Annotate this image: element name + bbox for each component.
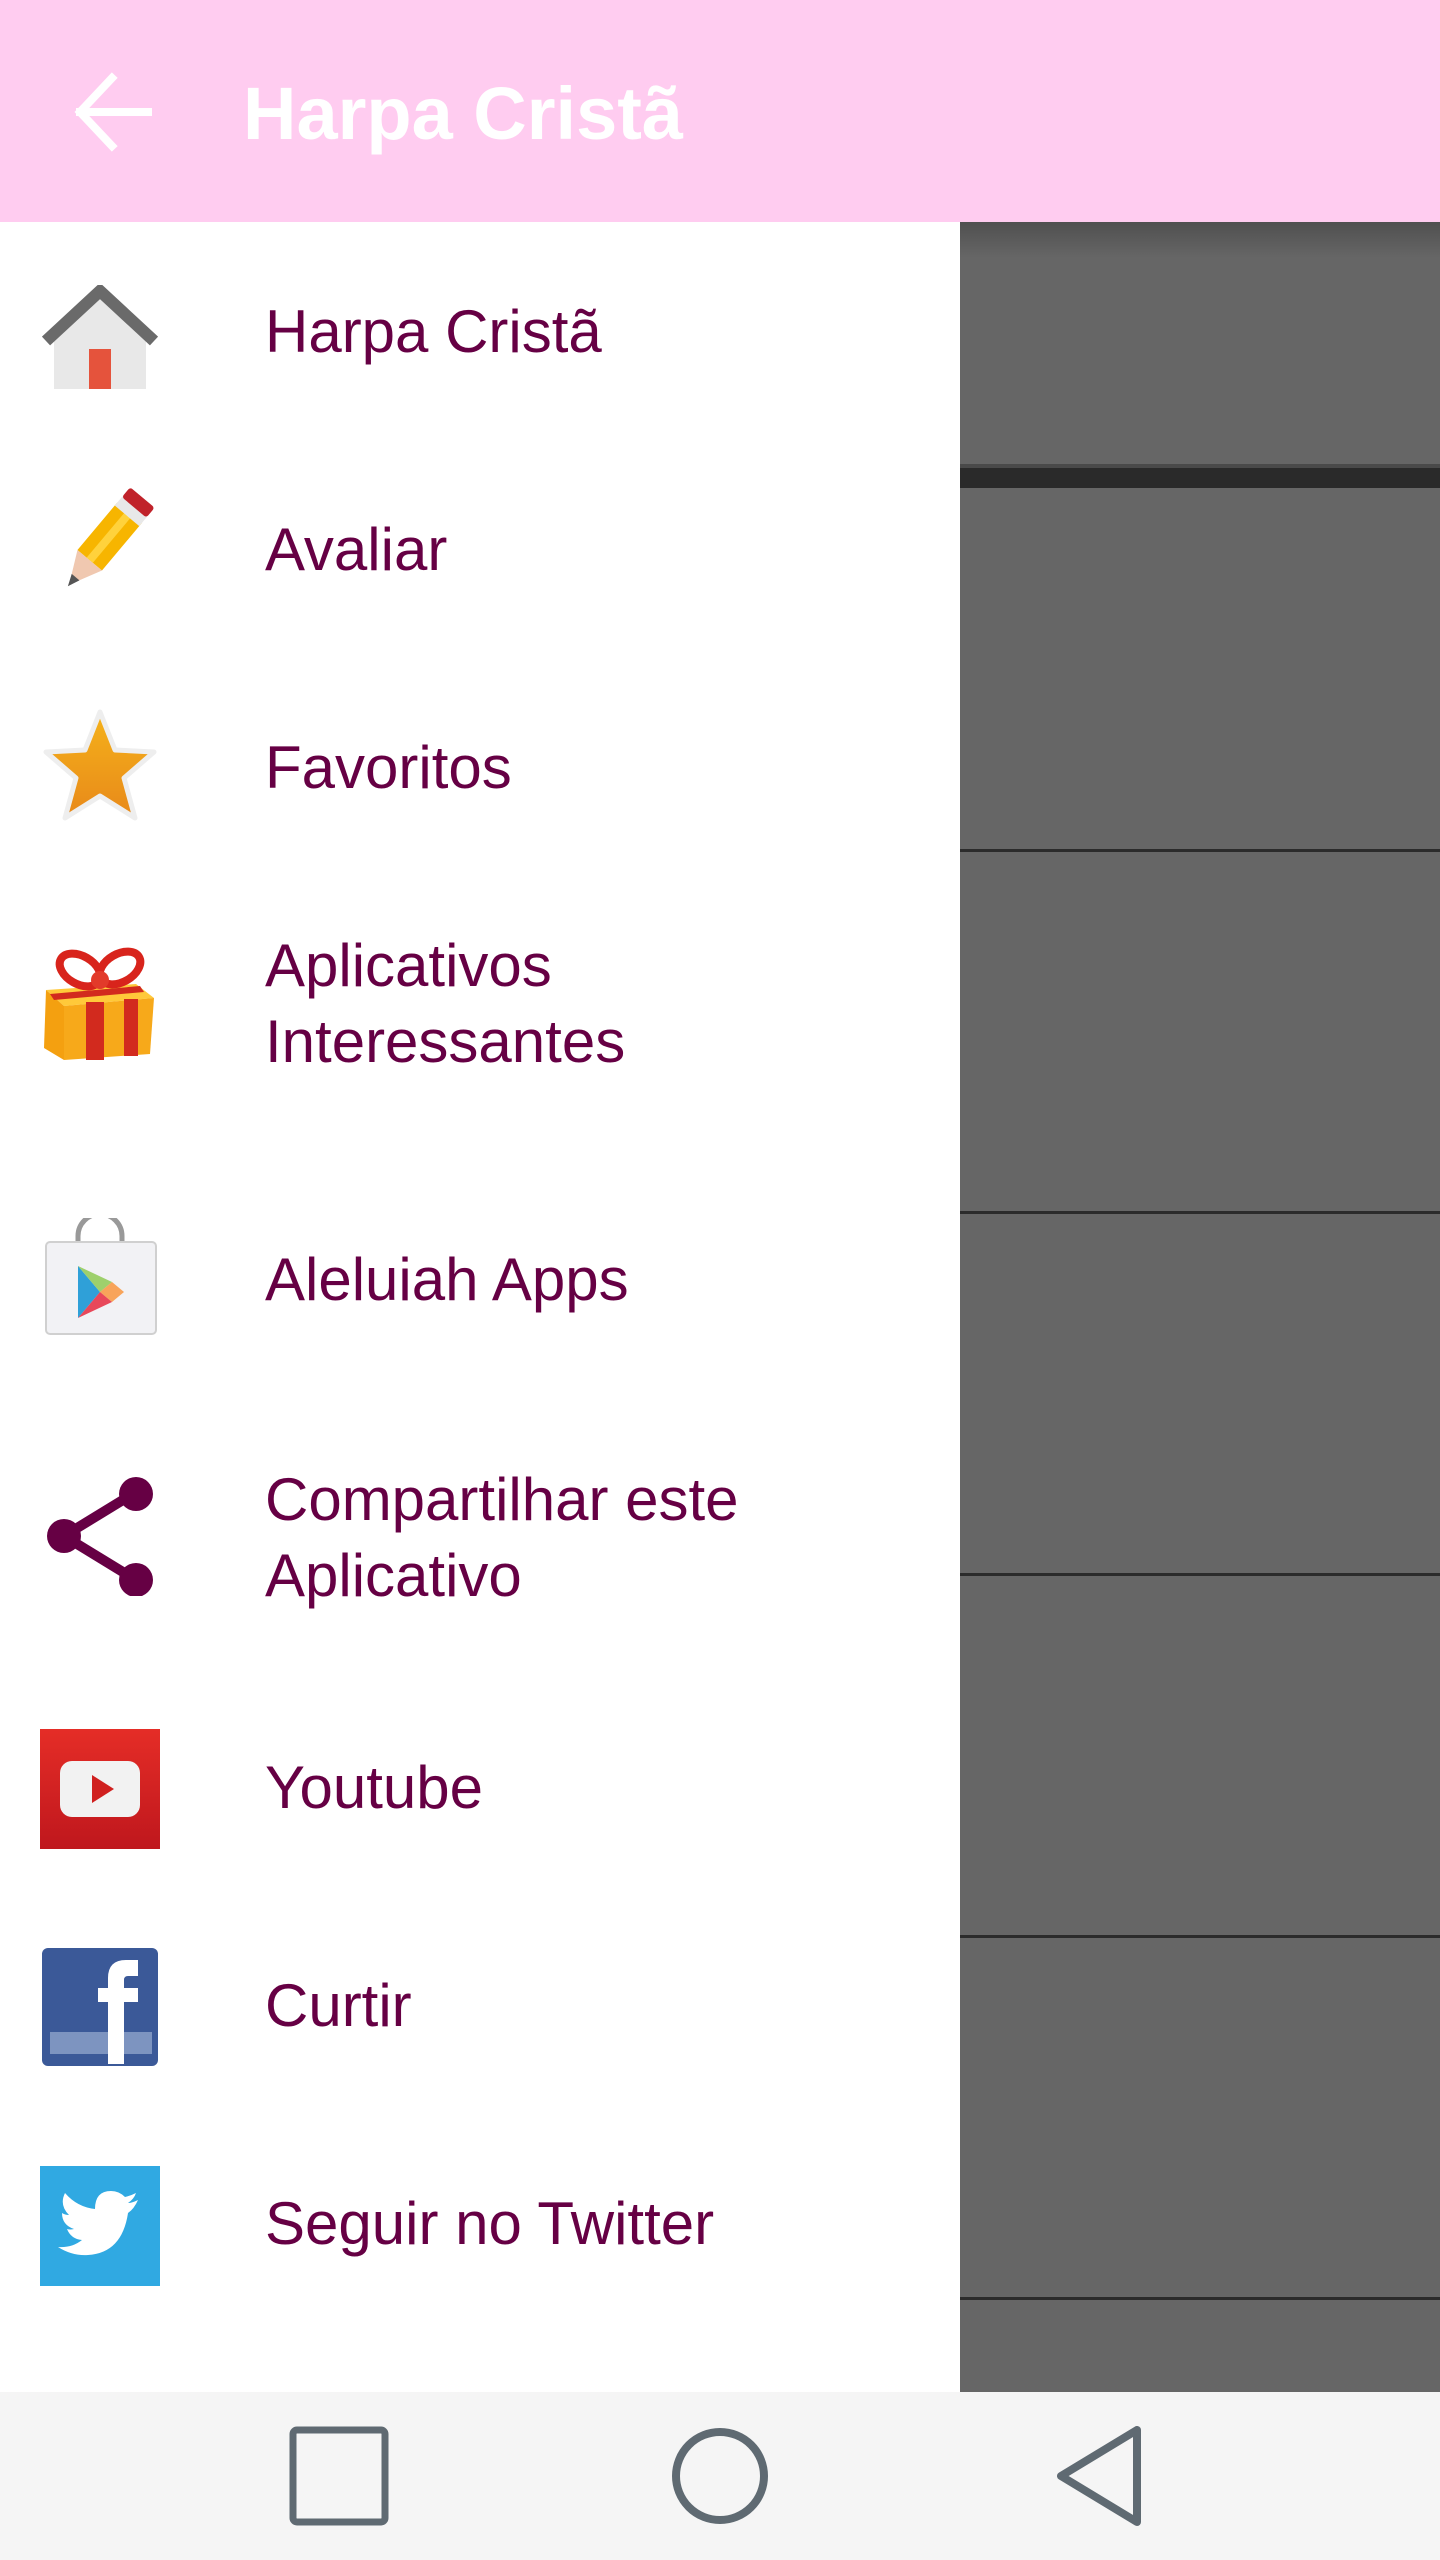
drawer-item-label: Curtir	[265, 1972, 412, 2039]
drawer-item-label: Compartilhar este Aplicativo	[265, 1466, 739, 1609]
drawer-item-avaliar[interactable]: Avaliar	[0, 440, 960, 658]
circle-home-icon	[672, 2428, 768, 2524]
share-icon	[40, 1476, 160, 1596]
drawer-item-label: Favoritos	[265, 734, 512, 801]
drawer-item-favoritos[interactable]: Favoritos	[0, 658, 960, 876]
back-system-button[interactable]	[1031, 2412, 1171, 2540]
arrow-left-icon	[74, 72, 152, 152]
drawer-item-harpa-crista[interactable]: Harpa Cristã	[0, 222, 960, 440]
home-icon	[40, 277, 160, 397]
drawer-item-twitter[interactable]: Seguir no Twitter	[0, 2114, 960, 2332]
drawer-item-compartilhar[interactable]: Compartilhar este Aplicativo	[0, 1388, 960, 1678]
pencil-icon	[40, 488, 160, 608]
triangle-back-icon	[1057, 2426, 1141, 2526]
system-navigation-bar	[0, 2392, 1440, 2560]
twitter-icon	[40, 2166, 160, 2286]
drawer-item-aleluiah-apps[interactable]: Aleluiah Apps	[0, 1132, 960, 1388]
gift-icon	[40, 944, 160, 1064]
navigation-drawer: Harpa Cristã Avaliar Favoritos Aplicativ…	[0, 222, 960, 2392]
square-recents-icon	[289, 2426, 389, 2526]
drawer-item-label: Seguir no Twitter	[265, 2190, 715, 2257]
drawer-item-label: Harpa Cristã	[265, 298, 602, 365]
recents-button[interactable]	[269, 2412, 409, 2540]
star-icon	[40, 706, 160, 826]
youtube-icon	[40, 1729, 160, 1849]
app-title: Harpa Cristã	[243, 72, 684, 155]
home-button[interactable]	[650, 2412, 790, 2540]
drawer-item-label: Youtube	[265, 1754, 484, 1821]
drawer-item-curtir[interactable]: Curtir	[0, 1896, 960, 2114]
app-bar: Harpa Cristã	[0, 0, 1440, 222]
play-store-icon	[40, 1218, 160, 1338]
drawer-item-label: Aleluiah Apps	[265, 1246, 629, 1313]
drawer-item-youtube[interactable]: Youtube	[0, 1678, 960, 1896]
back-button[interactable]	[56, 56, 168, 168]
facebook-icon	[40, 1948, 160, 2068]
drawer-item-label: Aplicativos Interessantes	[265, 932, 626, 1075]
drawer-item-aplicativos-interessantes[interactable]: Aplicativos Interessantes	[0, 876, 960, 1132]
drawer-item-label: Avaliar	[265, 516, 448, 583]
